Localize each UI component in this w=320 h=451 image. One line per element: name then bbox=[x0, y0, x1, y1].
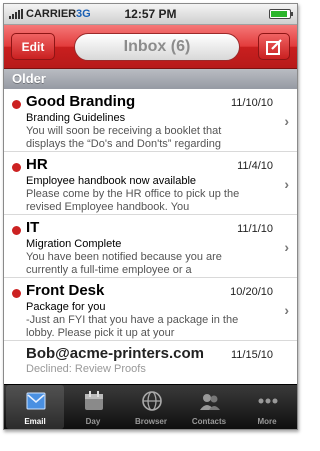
tab-label: Browser bbox=[134, 417, 167, 426]
message-date: 11/1/10 bbox=[237, 223, 273, 235]
message-row[interactable]: IT 11/1/10 Migration Complete You have b… bbox=[4, 215, 297, 278]
message-list: Good Branding 11/10/10 Branding Guidelin… bbox=[4, 89, 297, 404]
message-date: 11/4/10 bbox=[237, 160, 273, 172]
inbox-title: Inbox (6) bbox=[74, 33, 240, 61]
message-preview: You have been notified because you are c… bbox=[26, 251, 222, 276]
message-preview: -Just an FYI that you have a package in … bbox=[26, 314, 239, 339]
message-date: 11/15/10 bbox=[230, 349, 273, 361]
chevron-right-icon: › bbox=[284, 176, 289, 192]
clock: 12:57 PM bbox=[124, 7, 177, 21]
message-preview: You will soon be receiving a booklet tha… bbox=[26, 125, 222, 150]
message-subject: Branding Guidelines bbox=[26, 112, 126, 124]
more-icon bbox=[258, 398, 278, 404]
message-subject: Employee handbook now available bbox=[26, 175, 197, 187]
tab-label: Day bbox=[85, 417, 101, 426]
tab-contacts[interactable]: Contacts bbox=[180, 385, 238, 429]
chevron-right-icon: › bbox=[284, 302, 289, 318]
chevron-right-icon: › bbox=[284, 113, 289, 129]
unread-dot-icon bbox=[12, 289, 21, 298]
message-row[interactable]: Front Desk 10/20/10 Package for you -Jus… bbox=[4, 278, 297, 341]
message-subject: Migration Complete bbox=[26, 238, 122, 250]
message-row[interactable]: HR 11/4/10 Employee handbook now availab… bbox=[4, 152, 297, 215]
contacts-icon bbox=[200, 394, 220, 410]
tab-label: Contacts bbox=[191, 417, 227, 426]
message-sender: IT bbox=[26, 219, 40, 236]
message-subject: Package for you bbox=[26, 301, 106, 313]
status-bar: CARRIER 3G 12:57 PM bbox=[4, 4, 297, 25]
tab-label: More bbox=[257, 417, 277, 426]
calendar-icon bbox=[85, 391, 103, 410]
globe-icon bbox=[142, 391, 162, 411]
chevron-right-icon: › bbox=[284, 239, 289, 255]
message-sender: HR bbox=[26, 156, 48, 173]
tab-email[interactable]: Email bbox=[6, 385, 64, 429]
message-row[interactable]: Good Branding 11/10/10 Branding Guidelin… bbox=[4, 89, 297, 152]
tab-label: Email bbox=[24, 417, 46, 426]
unread-dot-icon bbox=[12, 226, 21, 235]
compose-button[interactable] bbox=[258, 33, 290, 60]
tab-bar: Email Day Browser Contacts More bbox=[4, 384, 297, 429]
message-sender: Front Desk bbox=[26, 282, 105, 299]
tab-more[interactable]: More bbox=[238, 385, 296, 429]
message-date: 11/10/10 bbox=[230, 97, 273, 109]
email-icon bbox=[26, 392, 46, 410]
battery-level bbox=[271, 11, 287, 17]
tab-day[interactable]: Day bbox=[64, 385, 122, 429]
message-preview: Please come by the HR office to pick up … bbox=[26, 188, 240, 213]
battery-icon bbox=[269, 9, 293, 19]
message-date: 10/20/10 bbox=[230, 286, 273, 298]
unread-dot-icon bbox=[12, 163, 21, 172]
navigation-bar: Edit Inbox (6) bbox=[4, 25, 297, 69]
compose-icon bbox=[266, 39, 282, 55]
phone-screen: CARRIER 3G 12:57 PM Edit Inbox (6) Older… bbox=[3, 3, 298, 430]
section-header-older: Older bbox=[4, 69, 297, 89]
edit-button[interactable]: Edit bbox=[11, 33, 55, 60]
message-sender: Bob@acme-printers.com bbox=[26, 345, 205, 362]
unread-dot-icon bbox=[12, 100, 21, 109]
message-sender: Good Branding bbox=[26, 93, 136, 110]
tab-browser[interactable]: Browser bbox=[122, 385, 180, 429]
